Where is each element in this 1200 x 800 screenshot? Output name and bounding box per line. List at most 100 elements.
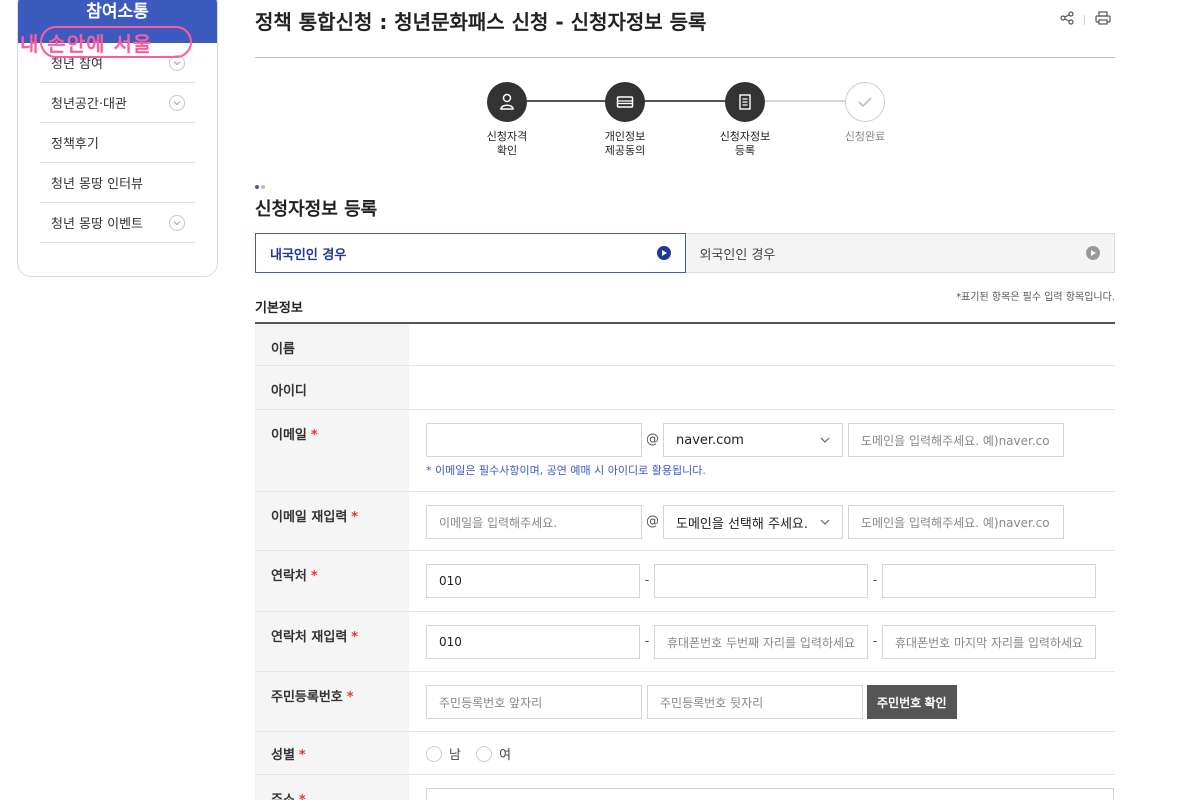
form-row-name: 이름	[255, 324, 1115, 366]
label-text: 이메일 재입력	[271, 510, 348, 525]
basic-info-title: 기본정보	[255, 301, 303, 316]
sidebar-item-interview[interactable]: 청년 몽땅 인터뷰	[40, 163, 195, 203]
step-label-line: 확인	[496, 144, 518, 157]
title-actions	[1060, 10, 1111, 29]
share-icon[interactable]	[1060, 10, 1074, 29]
label-text: 주소	[271, 793, 295, 800]
chevron-down-icon	[820, 519, 830, 525]
sidebar-item-label: 청년공간·대관	[51, 97, 127, 112]
email-confirm-domain-input[interactable]: 도메인을 입력해주세요. 예)naver.co	[848, 505, 1064, 539]
phone-confirm-fields: 010- 휴대폰번호 두번째 자리를 입력하세요 - 휴대폰번호 마지막 자리를 입력…	[409, 612, 1115, 671]
name-value	[409, 324, 1115, 365]
label-text: 연락처 재입력	[271, 630, 348, 645]
seoul-logo-watermark: 내 손안에 서울	[20, 24, 192, 58]
sidebar-item-youth-space[interactable]: 청년공간·대관	[40, 83, 195, 123]
step-label-line: 신청자격	[486, 130, 528, 143]
label-text: 성별	[271, 748, 295, 763]
field-label: 아이디	[255, 366, 409, 409]
label-text: 주민등록번호	[271, 690, 343, 705]
phone-part3-input[interactable]	[882, 564, 1096, 598]
chevron-down-icon[interactable]	[169, 94, 185, 111]
field-label: 이메일 재입력 *	[255, 492, 409, 550]
form-row-userid: 아이디	[255, 366, 1115, 410]
rrn-fields: 주민등록번호 앞자리 주민등록번호 뒷자리 주민번호 확인	[409, 672, 1115, 731]
card-icon	[605, 82, 645, 122]
phone-confirm-part3-input[interactable]: 휴대폰번호 마지막 자리를 입력하세요	[882, 625, 1096, 659]
field-label: 성별 *	[255, 732, 409, 774]
form-row-phone: 연락처 * 010- -	[255, 551, 1115, 612]
required-star: *	[310, 428, 318, 443]
phone-confirm-part1-input[interactable]: 010	[426, 625, 640, 659]
step-label-line: 제공동의	[604, 144, 646, 157]
step-applicant-info: 신청자정보 등록	[705, 82, 785, 158]
email-confirm-local-input[interactable]: 이메일을 입력해주세요.	[426, 505, 642, 539]
userid-value	[409, 366, 1115, 409]
form-row-rrn: 주민등록번호 * 주민등록번호 앞자리 주민등록번호 뒷자리 주민번호 확인	[255, 672, 1115, 732]
radio-circle[interactable]	[476, 745, 493, 762]
step-complete: 신청완료	[825, 82, 905, 144]
email-local-input[interactable]	[426, 423, 642, 457]
tab-label: 외국인인 경우	[699, 247, 776, 263]
person-icon	[487, 82, 527, 122]
sidebar-item-label: 청년 몽땅 인터뷰	[51, 177, 143, 192]
dash: -	[872, 634, 878, 649]
email-fields: @ naver.com 도메인을 입력해주세요. 예)naver.co * 이메일은…	[409, 410, 1115, 491]
section-marker	[255, 185, 265, 189]
field-label: 주민등록번호 *	[255, 672, 409, 731]
divider	[1084, 14, 1085, 25]
email-domain-input[interactable]: 도메인을 입력해주세요. 예)naver.co	[848, 423, 1064, 457]
page-title: 정책 통합신청 : 청년문화패스 신청 - 신청자정보 등록	[255, 10, 707, 34]
address-input[interactable]	[426, 788, 1114, 800]
sidebar-item-label: 정책후기	[51, 137, 99, 152]
rrn-back-input[interactable]: 주민등록번호 뒷자리	[647, 685, 863, 719]
at-sign: @	[646, 514, 659, 529]
required-note: *표기된 항목은 필수 입력 항목입니다.	[956, 292, 1115, 303]
phone-part2-input[interactable]	[654, 564, 868, 598]
step-label: 개인정보 제공동의	[585, 130, 665, 158]
phone-part1-input[interactable]: 010	[426, 564, 640, 598]
play-arrow-icon	[656, 246, 671, 260]
field-label: 연락처 *	[255, 551, 409, 611]
marker-dot	[261, 185, 265, 189]
dash: -	[644, 634, 650, 649]
chevron-down-icon[interactable]	[169, 214, 185, 231]
radio-circle[interactable]	[426, 745, 442, 762]
step-label: 신청자격 확인	[467, 130, 547, 158]
rrn-front-input[interactable]: 주민등록번호 앞자리	[426, 685, 642, 719]
gender-female-radio[interactable]: 여	[476, 744, 511, 763]
sidebar-list: 청년 참여 청년공간·대관 정책후기 청년 몽땅 인터뷰 청년 몽땅 이벤트	[18, 43, 217, 243]
chevron-down-icon	[820, 437, 830, 443]
field-label: 연락처 재입력 *	[255, 612, 409, 671]
required-star: *	[310, 569, 318, 584]
sidebar-item-event[interactable]: 청년 몽땅 이벤트	[40, 203, 195, 243]
rrn-verify-button[interactable]: 주민번호 확인	[867, 685, 957, 719]
play-arrow-icon	[1086, 246, 1100, 260]
nationality-tabs: 내국인인 경우 외국인인 경우	[255, 233, 1115, 273]
email-confirm-domain-select[interactable]: 도메인을 선택해 주세요.	[663, 505, 843, 539]
tab-label: 내국인인 경우	[270, 247, 347, 263]
applicant-form: 이름 아이디 이메일 * @ naver.com 도메인을 입력해주세요. 예)nav…	[255, 324, 1115, 800]
tab-domestic[interactable]: 내국인인 경우	[255, 233, 686, 273]
select-value: 도메인을 선택해 주세요.	[676, 516, 808, 532]
tab-foreign[interactable]: 외국인인 경우	[685, 233, 1115, 273]
dash: -	[644, 573, 650, 588]
label-text: 이메일	[271, 428, 307, 443]
form-row-phone-confirm: 연락처 재입력 * 010- 휴대폰번호 두번째 자리를 입력하세요 - 휴대폰번호 마…	[255, 612, 1115, 672]
field-label: 이메일 *	[255, 410, 409, 491]
phone-fields: 010- -	[409, 551, 1115, 611]
at-sign: @	[646, 432, 659, 447]
gender-male-radio[interactable]: 남	[426, 744, 461, 763]
page-root: 참여소통 청년 참여 청년공간·대관 정책후기 청년 몽땅 인터뷰 청년 몽땅 …	[0, 0, 1200, 800]
phone-confirm-part2-input[interactable]: 휴대폰번호 두번째 자리를 입력하세요	[654, 625, 868, 659]
select-value: naver.com	[676, 432, 744, 448]
email-domain-select[interactable]: naver.com	[663, 423, 843, 457]
check-icon	[845, 82, 885, 122]
step-label-line: 신청자정보	[719, 130, 771, 143]
required-star: *	[351, 510, 359, 525]
print-icon[interactable]	[1095, 10, 1111, 29]
address-fields	[409, 775, 1115, 800]
step-label-line: 개인정보	[604, 130, 646, 143]
step-eligibility: 신청자격 확인	[467, 82, 547, 158]
section-title: 신청자정보 등록	[255, 199, 378, 220]
sidebar-item-policy-review[interactable]: 정책후기	[40, 123, 195, 163]
